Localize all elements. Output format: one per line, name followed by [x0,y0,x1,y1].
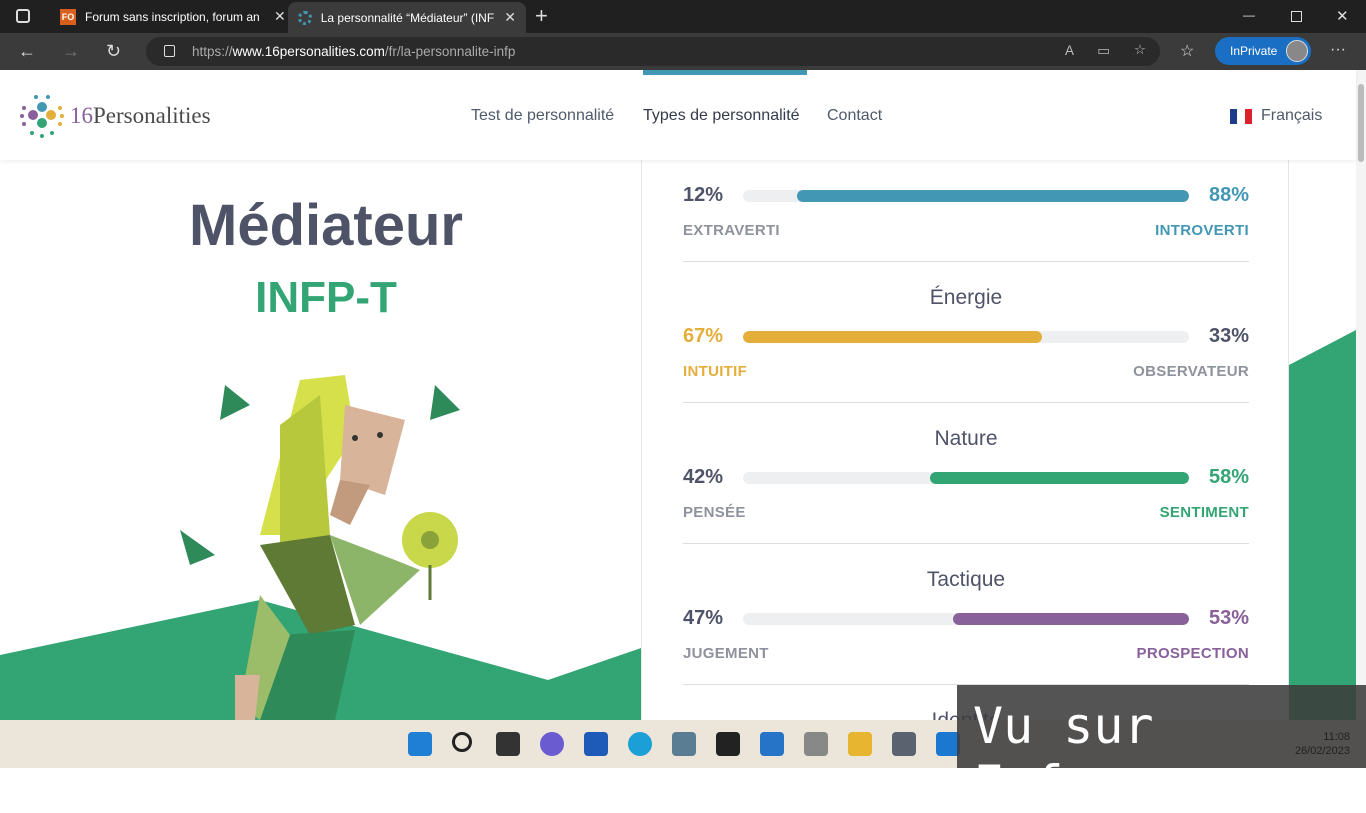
tab-foforum[interactable]: FO Forum sans inscription, forum an ✕ [50,0,296,33]
clock-date: 26/02/2023 [1294,745,1350,757]
tab-16personalities[interactable]: La personnalité “Médiateur” (INF ✕ [288,2,526,33]
left-percent: 12% [683,184,724,206]
app-icon[interactable] [672,732,696,756]
nav-contact[interactable]: Contact [827,107,882,125]
trait-name: Nature [934,427,998,450]
chat-icon[interactable] [540,732,564,756]
mediator-illustration [180,375,460,720]
type-code: INFP-T [255,273,397,322]
french-flag-icon [1230,108,1252,124]
read-aloud-icon[interactable]: A [1065,43,1074,58]
trait-name: Tactique [926,568,1006,591]
back-icon[interactable]: ← [18,41,36,62]
forward-icon[interactable]: → [62,41,80,62]
type-title: Médiateur [189,193,463,258]
scrollbar-thumb[interactable] [1358,84,1364,162]
immersive-reader-icon[interactable]: ▭ [1097,43,1110,59]
address-toolbar: ← → ↻ https://www.16personalities.com/fr… [0,33,1366,70]
traits-card: 12% 88% EXTRAVERTI INTROVERTI Énergie 67%… [641,160,1289,720]
right-label: OBSERVATEUR [1133,363,1249,380]
close-window-button[interactable]: ✕ [1336,7,1349,25]
logo-number: 16 [70,103,93,128]
calculator-icon[interactable] [892,732,916,756]
start-icon[interactable] [408,732,432,756]
nav-test[interactable]: Test de personnalité [471,107,614,125]
file-explorer-icon[interactable] [848,732,872,756]
logo-word: Personalities [93,103,211,128]
right-label: INTROVERTI [1155,222,1249,239]
clock-time: 11:08 [1323,731,1350,743]
left-percent: 42% [683,466,724,488]
divider [683,402,1249,403]
browser-tab-bar: FO Forum sans inscription, forum an ✕ La… [0,0,1366,33]
tab-title: Forum sans inscription, forum an [85,9,260,24]
edge-icon[interactable] [628,732,652,756]
left-percent: 67% [683,325,724,347]
left-label: PENSÉE [683,504,746,521]
left-percent: 47% [683,607,724,629]
avatar [1286,40,1308,62]
inprivate-button[interactable]: InPrivate [1215,37,1311,65]
lock-icon [164,45,175,57]
trait-bar-fill [743,331,1042,343]
right-label: SENTIMENT [1159,504,1249,521]
right-percent: 88% [1208,184,1249,206]
language-selector[interactable]: Français [1230,107,1322,125]
16p-favicon [298,10,312,25]
favorites-icon[interactable]: ☆ [1180,41,1194,61]
right-percent: 33% [1208,325,1249,347]
site-logo[interactable]: 16Personalities [20,94,211,138]
left-label: EXTRAVERTI [683,222,780,239]
favorite-add-icon[interactable]: ☆ [1134,42,1146,58]
trait-bar-fill [930,472,1189,484]
url-prefix: https:// [192,44,233,59]
inprivate-label: InPrivate [1230,44,1278,58]
url-domain: www.16personalities.com [232,44,385,59]
address-bar[interactable]: https://www.16personalities.com/fr/la-pe… [146,37,1160,66]
url-path: /fr/la-personnalite-infp [384,44,516,59]
trait-bar [743,613,1189,625]
task-view-icon[interactable] [496,732,520,756]
restore-button[interactable] [1291,11,1302,22]
new-tab-button[interactable]: + [535,3,548,29]
logo-text: 16Personalities [70,103,211,129]
right-label: PROSPECTION [1136,645,1249,662]
minimize-button[interactable]: — [1243,8,1255,22]
page-content: Médiateur INFP-T 12% 88% EXTRAVERTI INTR… [0,160,1356,720]
trait-name: Énergie [929,286,1003,309]
search-icon[interactable] [452,732,472,752]
divider [683,261,1249,262]
trait-bar-fill [796,190,1189,202]
more-menu-icon[interactable]: ··· [1330,41,1346,59]
left-label: INTUITIF [683,363,748,380]
store-icon[interactable] [760,732,784,756]
tab-title: La personnalité “Médiateur” (INF [320,10,495,25]
word-icon[interactable] [584,732,608,756]
language-label: Français [1261,107,1323,124]
tab-actions-icon[interactable] [16,9,30,23]
trait-bar [743,331,1189,343]
divider [683,543,1249,544]
printer-icon[interactable] [804,732,828,756]
right-percent: 53% [1208,607,1249,629]
right-percent: 58% [1208,466,1249,488]
site-header: 16Personalities Test de personnalité Typ… [0,70,1356,160]
refresh-icon[interactable]: ↻ [106,41,121,62]
close-icon[interactable]: ✕ [504,9,516,26]
page-scrollbar[interactable] [1356,70,1366,720]
trait-bar-fill [952,613,1189,625]
left-label: JUGEMENT [683,645,769,662]
fo-favicon: FO [60,8,76,25]
close-icon[interactable]: ✕ [274,8,286,25]
dropbox-icon[interactable] [716,732,740,756]
nav-types[interactable]: Types de personnalité [643,107,800,125]
trait-bar [743,472,1189,484]
logo-icon [20,95,64,138]
trait-bar [743,190,1189,202]
active-nav-indicator [643,70,807,75]
system-clock[interactable]: 11:08 26/02/2023 [1295,730,1350,758]
